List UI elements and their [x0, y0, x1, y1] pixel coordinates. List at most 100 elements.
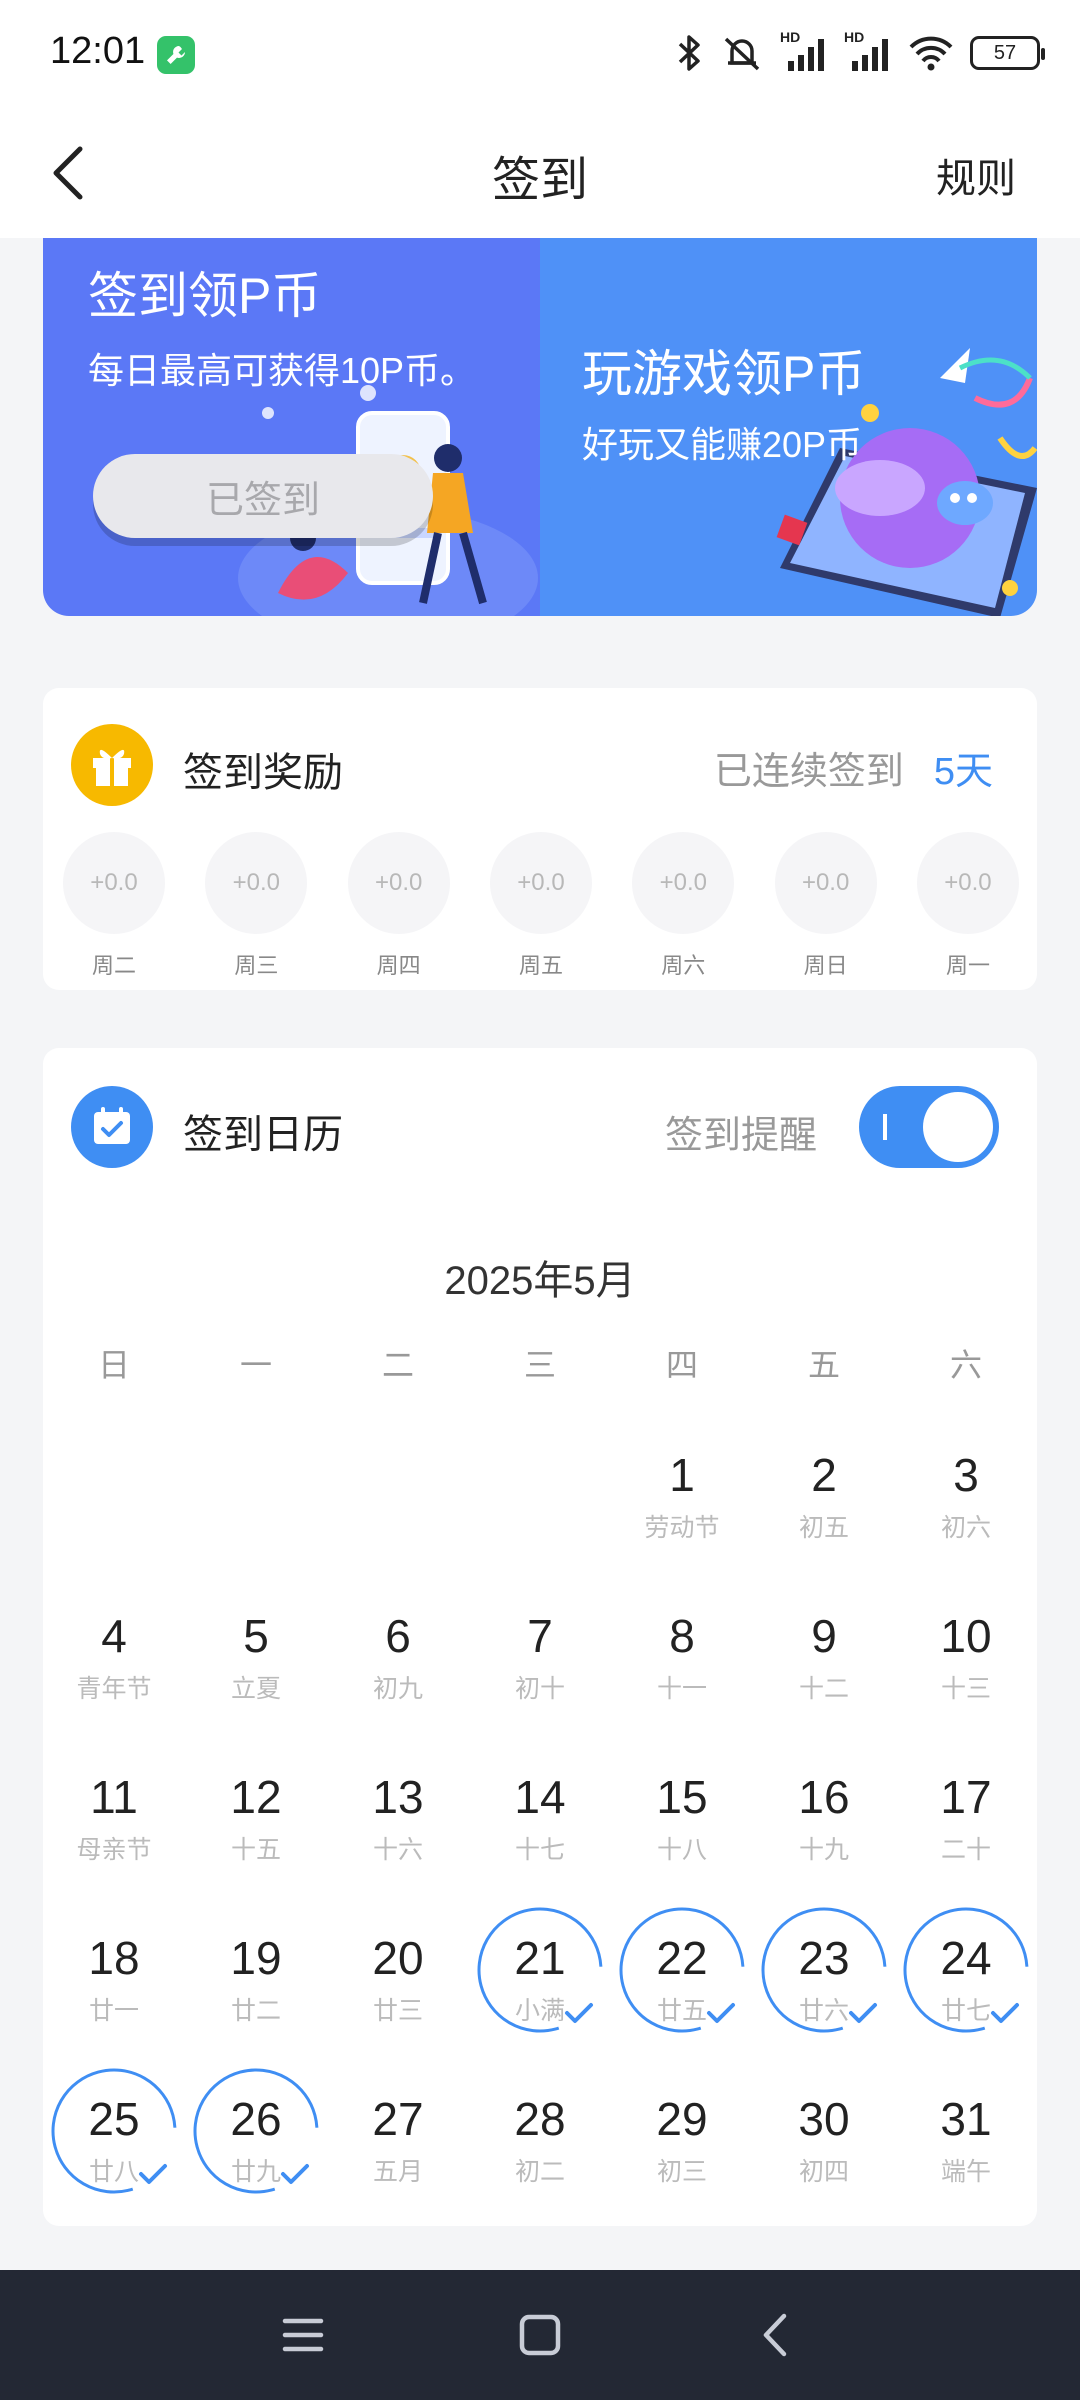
day-lunar-label: 十六 — [372, 1836, 423, 1864]
game-banner-subtitle: 好玩又能赚20P币 — [582, 424, 863, 465]
signal-icon-2: HD — [844, 29, 892, 73]
reward-item: +0.0 周一 — [916, 832, 1019, 980]
day-lunar-label: 初四 — [798, 2158, 849, 2186]
day-number: 26 — [230, 2093, 282, 2145]
day-lunar-label: 青年节 — [76, 1675, 152, 1703]
reward-amount: +0.0 — [916, 832, 1019, 934]
menu-button[interactable] — [273, 2305, 333, 2365]
reward-row: +0.0 周二 +0.0 周三 +0.0 周四 +0.0 周五 +0.0 周六 +0.0 周… — [63, 832, 1019, 980]
calendar-day[interactable]: 30 初四 — [753, 2092, 895, 2253]
nav-back-button[interactable] — [745, 2305, 805, 2365]
calendar-day[interactable]: 9 十二 — [753, 1609, 895, 1770]
day-lunar-label: 廿五 — [656, 1997, 707, 2025]
day-lunar-label: 廿三 — [372, 1997, 423, 2025]
day-lunar-label: 廿九 — [230, 2158, 281, 2186]
reward-day: 周六 — [661, 953, 706, 978]
day-number: 2 — [811, 1449, 837, 1501]
calendar-day[interactable]: 28 初二 — [469, 2092, 611, 2253]
day-lunar-label: 小满 — [514, 1997, 565, 2025]
page-title: 签到 — [491, 154, 588, 207]
day-lunar-label: 十三 — [940, 1675, 991, 1703]
day-lunar-label: 十一 — [656, 1675, 707, 1703]
reward-item: +0.0 周五 — [489, 832, 592, 980]
calendar-day[interactable]: 25 廿八 — [43, 2068, 185, 2253]
status-bar: 12:01 HD HD 57 — [0, 0, 1080, 108]
day-number: 1 — [669, 1449, 695, 1501]
day-lunar-label: 二十 — [940, 1836, 991, 1864]
calendar-day[interactable]: 6 初九 — [327, 1609, 469, 1770]
checked-in-button[interactable]: 已签到 — [93, 454, 433, 538]
calendar-day[interactable]: 3 初六 — [895, 1448, 1037, 1609]
day-lunar-label: 十九 — [798, 1836, 849, 1864]
day-number: 5 — [243, 1610, 269, 1662]
day-lunar-label: 劳动节 — [644, 1514, 720, 1542]
calendar-card: 签到日历 签到提醒 2025年5月 日 一 二 三 四 五 六 1 劳动节 2 初五 3… — [43, 1048, 1037, 2226]
calendar-day[interactable]: 23 廿六 — [753, 1907, 895, 2092]
calendar-day[interactable]: 11 母亲节 — [43, 1770, 185, 1931]
streak-info: 已连续签到 5天 — [714, 740, 993, 795]
day-lunar-label: 十二 — [798, 1675, 849, 1703]
weekday-label: 五 — [807, 1347, 840, 1383]
day-number: 10 — [940, 1610, 992, 1662]
calendar-day[interactable]: 31 端午 — [895, 2092, 1037, 2253]
day-lunar-label: 廿二 — [230, 1997, 281, 2025]
day-lunar-label: 端午 — [940, 2158, 991, 2186]
weekday-label: 一 — [239, 1347, 272, 1383]
day-lunar-label: 初三 — [656, 2158, 707, 2186]
calendar-day[interactable]: 7 初十 — [469, 1609, 611, 1770]
rules-link[interactable]: 规则 — [936, 146, 1016, 204]
calendar-day[interactable]: 27 五月 — [327, 2092, 469, 2253]
day-lunar-label: 初九 — [372, 1675, 423, 1703]
reminder-toggle[interactable] — [859, 1086, 999, 1168]
month-label: 2025年5月 — [444, 1259, 636, 1303]
day-number: 30 — [798, 2093, 850, 2145]
calendar-day[interactable]: 5 立夏 — [185, 1609, 327, 1770]
nav-back-icon — [763, 2313, 787, 2357]
day-number: 16 — [798, 1771, 850, 1823]
day-lunar-label: 十八 — [656, 1836, 707, 1864]
day-number: 31 — [940, 2093, 992, 2145]
day-lunar-label: 初五 — [798, 1514, 849, 1542]
day-number: 21 — [514, 1932, 566, 1984]
reward-item: +0.0 周三 — [205, 832, 308, 980]
calendar-day[interactable]: 21 小满 — [469, 1907, 611, 2092]
header: 签到 规则 — [0, 108, 1080, 238]
calendar-day[interactable]: 8 十一 — [611, 1609, 753, 1770]
day-number: 11 — [90, 1771, 138, 1823]
home-button[interactable] — [510, 2305, 570, 2365]
day-number: 18 — [88, 1932, 140, 1984]
day-number: 4 — [101, 1610, 127, 1662]
day-number: 8 — [669, 1610, 695, 1662]
calendar-day[interactable]: 29 初三 — [611, 2092, 753, 2253]
calendar-day[interactable]: 24 廿七 — [895, 1907, 1037, 2092]
calendar-day[interactable]: 12 十五 — [185, 1770, 327, 1931]
calendar-day[interactable]: 26 廿九 — [185, 2068, 327, 2253]
day-number: 19 — [230, 1932, 282, 1984]
checkin-banner-title: 签到领P币 — [88, 268, 322, 324]
calendar-day[interactable]: 20 廿三 — [327, 1931, 469, 2092]
calendar-day[interactable]: 2 初五 — [753, 1448, 895, 1609]
day-lunar-label: 初十 — [514, 1675, 565, 1703]
checkin-banner[interactable]: 签到领P币 每日最高可获得10P币。 已签到 — [43, 238, 540, 616]
day-number: 6 — [385, 1610, 411, 1662]
reward-day: 周一 — [945, 953, 990, 978]
day-lunar-label: 立夏 — [230, 1675, 281, 1703]
game-banner[interactable]: 玩游戏领P币 好玩又能赚20P币 — [540, 238, 1037, 616]
calendar-day[interactable]: 1 劳动节 — [611, 1448, 753, 1609]
calendar-day[interactable]: 22 廿五 — [611, 1907, 753, 2092]
menu-icon — [282, 2318, 324, 2352]
day-lunar-label: 初六 — [940, 1514, 991, 1542]
calendar-day[interactable]: 4 青年节 — [43, 1609, 185, 1770]
calendar-day[interactable]: 10 十三 — [895, 1609, 1037, 1770]
reward-day: 周五 — [518, 953, 563, 978]
day-number: 28 — [514, 2093, 566, 2145]
day-number: 29 — [656, 2093, 708, 2145]
day-number: 3 — [953, 1449, 979, 1501]
mute-icon — [724, 37, 760, 71]
reward-day: 周二 — [91, 953, 136, 978]
day-number: 13 — [372, 1771, 424, 1823]
day-number: 14 — [514, 1771, 566, 1823]
day-lunar-label: 廿八 — [88, 2158, 139, 2186]
day-lunar-label: 母亲节 — [76, 1836, 152, 1864]
calendar-day[interactable]: 13 十六 — [327, 1770, 469, 1931]
